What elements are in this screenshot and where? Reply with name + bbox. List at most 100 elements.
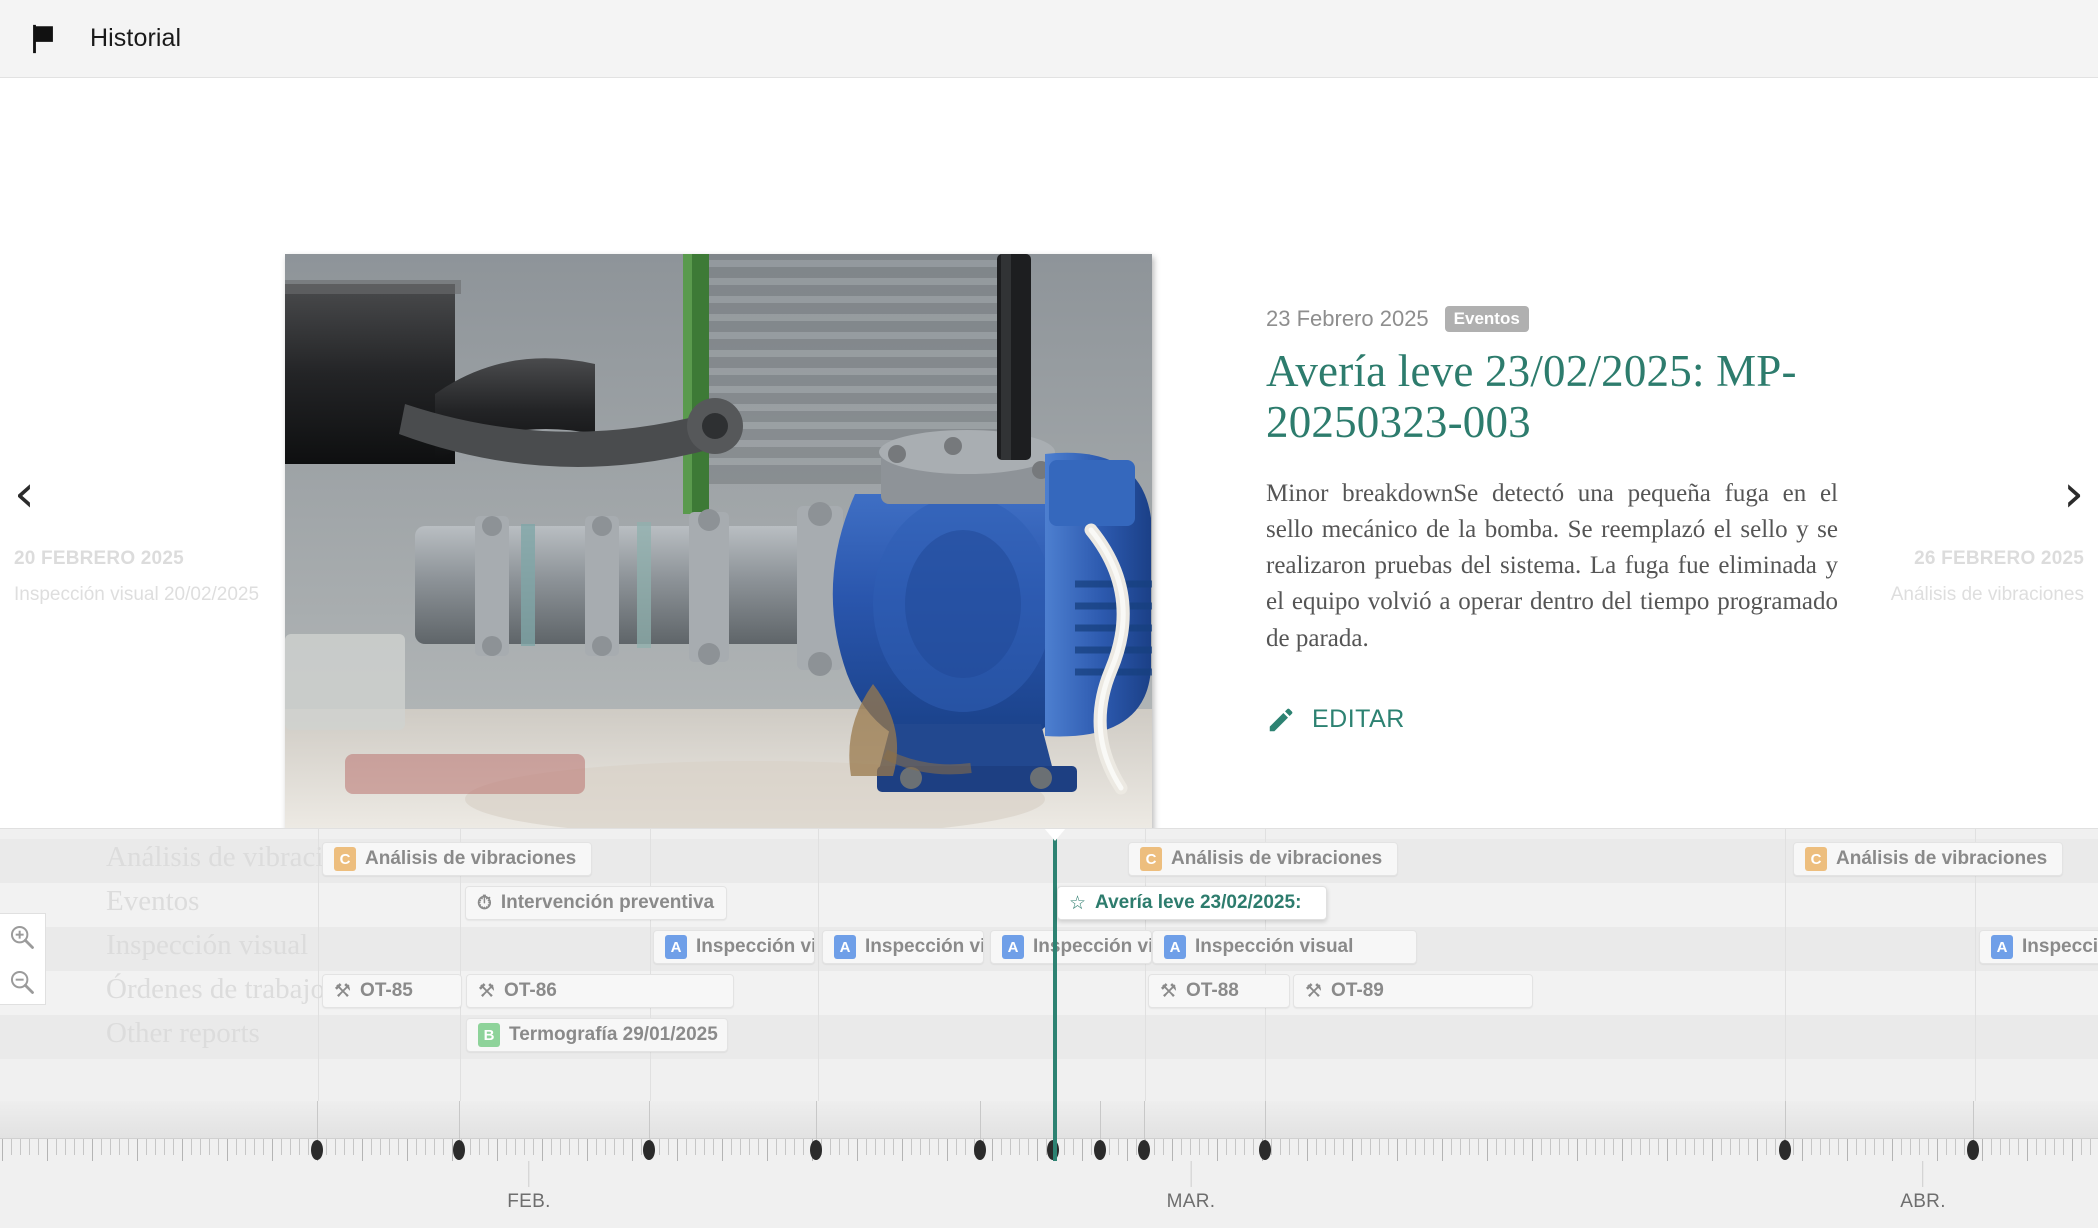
chip-tag-badge: A [834, 935, 856, 959]
timeline-event-chip[interactable]: ⚒ OT-85 [322, 974, 462, 1008]
ruler-tick [1154, 1139, 1155, 1155]
ruler-event-dot[interactable] [1138, 1140, 1150, 1160]
ruler-tick [1091, 1139, 1092, 1155]
timeline-playhead[interactable] [1044, 829, 1066, 1101]
timeline-gridline [1785, 829, 1786, 1101]
timeline[interactable]: Análisis de vibraciones Eventos Inspección… [0, 828, 2098, 1228]
timeline-event-chip[interactable]: C Análisis de vibraciones [1128, 842, 1398, 876]
ruler-tick [1658, 1139, 1659, 1155]
ruler-event-dot[interactable] [1094, 1140, 1106, 1160]
timeline-event-chip[interactable]: ⚒ OT-89 [1293, 974, 1533, 1008]
ruler-event-dot[interactable] [810, 1140, 822, 1160]
ruler-tick [1505, 1139, 1506, 1155]
prev-arrow-icon[interactable]: ‹ [14, 468, 270, 520]
ruler-event-dot[interactable] [974, 1140, 986, 1160]
prev-slide-nav[interactable]: ‹ 20 FEBRERO 2025 Inspección visual 20/0… [0, 468, 270, 607]
timeline-event-chip[interactable]: A Inspección vi [822, 930, 984, 964]
ruler-tick [1190, 1139, 1191, 1155]
timeline-event-chip[interactable]: B Termografía 29/01/2025 [466, 1018, 728, 1052]
ruler-tick [632, 1139, 633, 1161]
ruler-tick [1901, 1139, 1902, 1155]
ruler-tick [1226, 1139, 1227, 1155]
ruler-tick [146, 1139, 147, 1155]
ruler-tick [1406, 1139, 1407, 1155]
ruler-event-dot[interactable] [311, 1140, 323, 1160]
ruler-event-dot[interactable] [643, 1140, 655, 1160]
ruler-tick [1802, 1139, 1803, 1161]
timeline-track-other-reports [0, 1015, 2098, 1059]
ruler-tick [1181, 1139, 1182, 1155]
ruler-tick [1640, 1139, 1641, 1155]
ruler-tick [1568, 1139, 1569, 1155]
timeline-event-chip[interactable]: ⚒ OT-86 [466, 974, 734, 1008]
ruler-event-stem [816, 1101, 817, 1140]
chip-label: Inspección visual [1195, 936, 1354, 957]
ruler-tick [299, 1139, 300, 1155]
chip-tag-badge: C [1140, 847, 1162, 871]
timeline-event-chip[interactable]: A Inspección vi [990, 930, 1152, 964]
ruler-tick [1451, 1139, 1452, 1155]
ruler-event-dot[interactable] [1779, 1140, 1791, 1160]
month-stem [1190, 1161, 1192, 1187]
timeline-event-chip[interactable]: ⚒ OT-88 [1148, 974, 1290, 1008]
timeline-event-chip[interactable]: A Inspección visual [1152, 930, 1417, 964]
ruler-event-stem [1973, 1101, 1974, 1140]
article-date: 23 Febrero 2025 [1266, 306, 1429, 331]
timeline-event-chip[interactable]: ⏱ Intervención preventiva [465, 886, 727, 920]
chip-label: OT-89 [1331, 980, 1384, 1001]
ruler-tick [605, 1139, 606, 1155]
timeline-zoom-controls[interactable] [0, 913, 46, 1005]
ruler-event-dot[interactable] [453, 1140, 465, 1160]
chip-glyph-icon: ⚒ [334, 980, 352, 1002]
ruler-tick [1217, 1139, 1218, 1161]
ruler-tick [200, 1139, 201, 1155]
timeline-event-chip[interactable]: C Análisis de vibraciones [1793, 842, 2063, 876]
timeline-track-eventos [0, 883, 2098, 927]
ruler-tick [1019, 1139, 1020, 1155]
ruler-tick [1460, 1139, 1461, 1155]
edit-button[interactable]: EDITAR [1266, 705, 1405, 735]
ruler-tick [1028, 1139, 1029, 1155]
ruler-tick [902, 1139, 903, 1161]
ruler-tick [1415, 1139, 1416, 1155]
ruler-tick [2072, 1139, 2073, 1161]
ruler-event-dot[interactable] [1967, 1140, 1979, 1160]
ruler-tick [749, 1139, 750, 1155]
ruler-tick [1433, 1139, 1434, 1155]
ruler-tick [1352, 1139, 1353, 1161]
timeline-event-chip[interactable]: A Inspección [1979, 930, 2098, 964]
next-slide-nav[interactable]: › 26 FEBRERO 2025 Análisis de vibracione… [1828, 468, 2098, 607]
ruler-tick [65, 1139, 66, 1155]
ruler-tick [1325, 1139, 1326, 1155]
ruler-tick [1604, 1139, 1605, 1155]
timeline-tracks[interactable]: Análisis de vibraciones Eventos Inspección… [0, 829, 2098, 1101]
chip-glyph-icon: ⚒ [1160, 980, 1178, 1002]
ruler-tick [1082, 1139, 1083, 1161]
month-label: ABR. [1900, 1191, 1946, 1212]
ruler-tick [767, 1139, 768, 1161]
ruler-playhead [1053, 1101, 1057, 1161]
flag-icon [33, 24, 53, 53]
ruler-tick [884, 1139, 885, 1155]
timeline-event-chip[interactable]: C Análisis de vibraciones [322, 842, 592, 876]
ruler-event-stem [1785, 1101, 1786, 1140]
ruler-event-dot[interactable] [1259, 1140, 1271, 1160]
ruler-tick [515, 1139, 516, 1155]
ruler-tick [92, 1139, 93, 1161]
zoom-out-icon [10, 970, 34, 994]
ruler-tick [1109, 1139, 1110, 1155]
ruler-tick [1667, 1139, 1668, 1161]
ruler-tick [11, 1139, 12, 1155]
ruler-tick [29, 1139, 30, 1155]
next-arrow-icon[interactable]: › [1828, 468, 2084, 520]
timeline-ruler[interactable]: FEB. MAR. ABR. [0, 1101, 2098, 1228]
ruler-event-stem [1265, 1101, 1266, 1140]
ruler-tick [254, 1139, 255, 1155]
zoom-out-button[interactable] [0, 959, 44, 1004]
article-title: Avería leve 23/02/2025: MP-20250323-003 [1266, 346, 1797, 447]
timeline-event-chip[interactable]: ☆ Avería leve 23/02/2025: [1057, 886, 1327, 920]
ruler-tick [1703, 1139, 1704, 1155]
timeline-event-chip[interactable]: A Inspección vi [653, 930, 815, 964]
zoom-in-button[interactable] [0, 914, 44, 959]
ruler-tick [1955, 1139, 1956, 1155]
